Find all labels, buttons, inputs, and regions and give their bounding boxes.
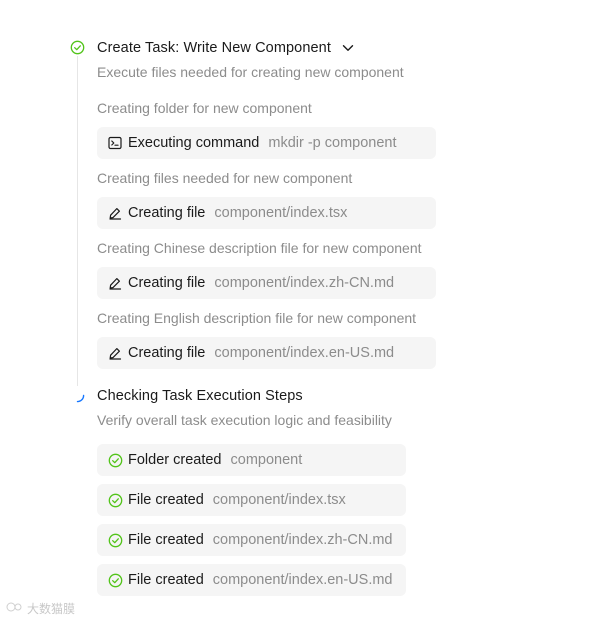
step-label: Creating Chinese description file for ne… [97,240,422,256]
check-task-header: Checking Task Execution Steps [97,382,392,410]
check-circle-icon [107,492,123,508]
chip-action: Creating file [128,345,206,361]
edit-icon [107,275,123,291]
chip-action: Folder created [128,452,222,468]
chip-action: Executing command [128,135,260,151]
loading-spinner-icon [70,388,85,403]
file-chip[interactable]: Creating file component/index.zh-CN.md [97,267,436,299]
result-chip[interactable]: File created component/index.tsx [97,484,406,516]
watermark: 大数猫膜 [6,600,75,617]
check-task-description: Verify overall task execution logic and … [97,412,392,428]
watermark-logo-icon [6,601,24,616]
chip-argument: component/index.zh-CN.md [212,532,393,548]
step-label: Creating files needed for new component [97,170,353,186]
command-chip[interactable]: Executing command mkdir -p component [97,127,436,159]
result-chip[interactable]: File created component/index.en-US.md [97,564,406,596]
chip-argument: mkdir -p component [268,135,397,151]
create-task-section: Create Task: Write New Component Execute… [97,34,436,369]
chip-argument: component/index.en-US.md [212,572,393,588]
check-task-section: Checking Task Execution Steps Verify ove… [97,382,406,596]
watermark-text: 大数猫膜 [27,602,76,616]
chip-argument: component/index.zh-CN.md [214,275,395,291]
check-circle-icon [107,572,123,588]
terminal-icon [107,135,123,151]
chip-action: File created [128,492,204,508]
create-task-header[interactable]: Create Task: Write New Component [97,34,404,62]
chip-action: Creating file [128,205,206,221]
file-chip[interactable]: Creating file component/index.en-US.md [97,337,436,369]
check-circle-icon [107,452,123,468]
chip-argument: component/index.en-US.md [214,345,395,361]
chip-action: File created [128,572,204,588]
chevron-down-icon[interactable] [341,41,355,55]
file-chip[interactable]: Creating file component/index.tsx [97,197,436,229]
check-task-title: Checking Task Execution Steps [97,388,303,404]
chip-argument: component [230,452,303,468]
result-chip[interactable]: File created component/index.zh-CN.md [97,524,406,556]
create-task-description: Execute files needed for creating new co… [97,64,404,80]
result-chip[interactable]: Folder created component [97,444,406,476]
check-circle-icon [70,40,85,55]
step-label: Creating English description file for ne… [97,310,417,326]
check-circle-icon [107,532,123,548]
step-label: Creating folder for new component [97,100,312,116]
edit-icon [107,345,123,361]
chip-action: File created [128,532,204,548]
chip-argument: component/index.tsx [214,205,348,221]
chip-argument: component/index.tsx [212,492,346,508]
create-task-title: Create Task: Write New Component [97,40,331,56]
timeline-connector [77,56,78,386]
chip-action: Creating file [128,275,206,291]
edit-icon [107,205,123,221]
